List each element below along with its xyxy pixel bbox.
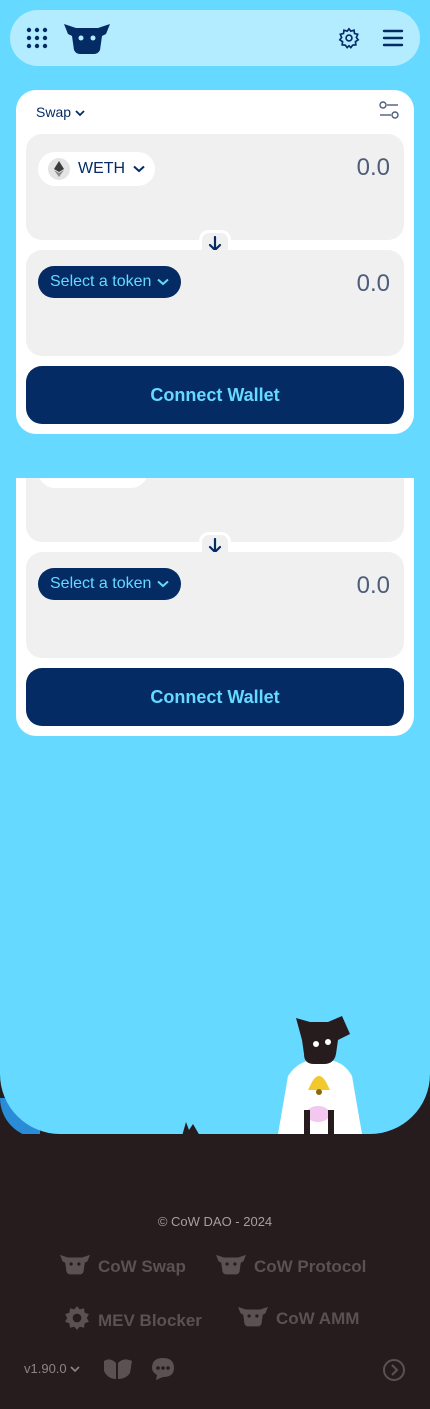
version-dropdown[interactable]: v1.90.0 [24, 1361, 80, 1376]
sell-token-selector[interactable]: WETH [38, 152, 156, 186]
footer-link-mev-blocker[interactable]: MEV Blocker [64, 1305, 202, 1336]
connect-wallet-button[interactable]: Connect Wallet [26, 366, 404, 424]
footer-link-label: CoW Protocol [254, 1256, 367, 1276]
buy-token-selector[interactable]: Select a token [38, 266, 182, 298]
footer-link-label: CoW Swap [98, 1256, 186, 1276]
chevron-down-icon [157, 273, 170, 291]
grid-icon[interactable] [26, 27, 48, 54]
buy-amount-input[interactable]: 0.0 [357, 270, 390, 298]
hamburger-icon[interactable] [382, 29, 404, 52]
cow-tail-illustration [180, 1120, 202, 1141]
chevron-down-icon [70, 1361, 80, 1376]
chat-icon[interactable] [150, 1356, 176, 1387]
sell-token-symbol: WETH [78, 160, 126, 177]
select-token-label: Select a token [50, 273, 152, 290]
cow-logo-icon[interactable] [64, 22, 110, 59]
footer-link-cow-protocol[interactable]: CoW Protocol [216, 1253, 366, 1280]
swap-mode-label: Swap [36, 104, 72, 120]
cow-icon [216, 1253, 246, 1280]
swap-card: Swap WETH 0.0 Select a token 0.0 Connect… [16, 90, 414, 434]
swap-mode-dropdown[interactable]: Swap [36, 104, 85, 120]
sell-amount-input[interactable]: 0.0 [357, 154, 390, 182]
select-token-label: Select a token [50, 575, 152, 592]
buy-panel: Select a token 0.0 [26, 552, 404, 658]
chevron-down-icon [75, 104, 85, 120]
cow-icon [238, 1305, 268, 1332]
chevron-down-icon [133, 160, 145, 178]
farcaster-icon[interactable] [102, 1357, 134, 1386]
connect-wallet-button[interactable]: Connect Wallet [26, 668, 404, 726]
buy-amount-input[interactable]: 0.0 [357, 572, 390, 600]
cow-illustration [270, 1014, 370, 1141]
footer-link-cow-swap[interactable]: CoW Swap [60, 1253, 186, 1280]
footer-link-cow-amm[interactable]: CoW AMM [238, 1305, 359, 1332]
footer-link-label: CoW AMM [276, 1308, 360, 1328]
chevron-down-icon [157, 575, 170, 593]
sell-panel: WETH 0.0 [26, 134, 404, 240]
sliders-icon[interactable] [378, 100, 400, 125]
top-bar [10, 10, 420, 66]
swap-card-repeat: Select a token 0.0 Connect Wallet [16, 478, 414, 736]
chevron-right-circle-icon[interactable] [382, 1358, 406, 1387]
sell-token-selector[interactable] [38, 478, 148, 488]
cow-icon [60, 1253, 90, 1280]
gear-icon [64, 1305, 90, 1336]
gear-icon[interactable] [338, 27, 360, 54]
copyright-text: © CoW DAO - 2024 [157, 1214, 273, 1229]
buy-panel: Select a token 0.0 [26, 250, 404, 356]
buy-token-selector[interactable]: Select a token [38, 568, 182, 600]
version-label: v1.90.0 [24, 1361, 67, 1376]
ethereum-icon [48, 158, 70, 180]
footer-link-label: MEV Blocker [98, 1310, 202, 1330]
